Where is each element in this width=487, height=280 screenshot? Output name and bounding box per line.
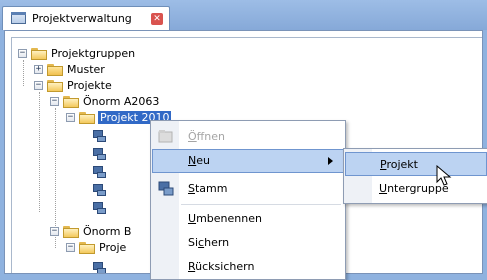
tree-item-node[interactable] (92, 182, 112, 198)
tree-item-projekte[interactable]: − Projekte (30, 78, 150, 94)
submenu-item-projekt[interactable]: Projekt (345, 152, 487, 176)
expand-icon[interactable]: + (34, 65, 43, 74)
menu-label: Stamm (188, 182, 228, 195)
project-node-icon (92, 147, 106, 160)
menu-label: Sichern (188, 236, 230, 249)
collapse-icon[interactable]: − (50, 97, 59, 106)
menu-item-sichern[interactable]: Sichern (152, 231, 344, 255)
tree-label: Projekte (67, 79, 112, 92)
menu-item-ruecksichern[interactable]: Rücksichern (152, 255, 344, 279)
submenu-neu: Projekt Untergruppe (343, 148, 487, 204)
tree-label: Önorm A2063 (83, 95, 160, 108)
project-node-icon (92, 165, 106, 178)
collapse-icon[interactable]: − (50, 227, 59, 236)
menu-label: Neu (188, 154, 210, 167)
folder-open-icon (63, 96, 79, 108)
tree-label: Proje (99, 241, 127, 254)
tab-projektverwaltung[interactable]: Projektverwaltung ✕ (2, 6, 170, 30)
tree-item-projektgruppen[interactable]: − Projektgruppen (14, 46, 214, 62)
tree-item-muster[interactable]: + Muster (30, 62, 150, 78)
tab-bar: Projektverwaltung ✕ (0, 0, 487, 30)
open-icon (158, 129, 174, 144)
context-menu: Öffnen Neu Stamm Umbenennen Sichern Rück… (150, 120, 346, 280)
folder-open-icon (63, 226, 79, 238)
project-node-icon (92, 201, 106, 214)
tree-item-node[interactable] (92, 128, 112, 144)
folder-open-icon (47, 80, 63, 92)
project-node-icon (92, 261, 106, 273)
submenu-arrow-icon (328, 157, 333, 165)
collapse-icon[interactable]: − (34, 81, 43, 90)
mouse-pointer-icon (436, 164, 452, 187)
folder-open-icon (79, 112, 95, 124)
collapse-icon[interactable]: − (66, 113, 75, 122)
collapse-icon[interactable]: − (66, 243, 75, 252)
tree-line (23, 60, 25, 86)
menu-label: Umbenennen (188, 212, 262, 225)
tree-item-onorm-a2063[interactable]: − Önorm A2063 (46, 94, 196, 110)
menu-label: Projekt (380, 158, 418, 171)
tab-label: Projektverwaltung (32, 12, 132, 25)
stamm-icon (158, 181, 174, 196)
submenu-item-untergruppe[interactable]: Untergruppe (345, 177, 487, 201)
window: Projektverwaltung ✕ − Projektgruppen + M… (0, 0, 487, 280)
project-node-icon (92, 183, 106, 196)
menu-item-umbenennen[interactable]: Umbenennen (152, 207, 344, 231)
document-icon (11, 12, 26, 24)
tree-item-onorm-b[interactable]: − Önorm B (46, 224, 166, 240)
collapse-icon[interactable]: − (18, 49, 27, 58)
folder-open-icon (31, 48, 47, 60)
menu-item-oeffnen[interactable]: Öffnen (152, 125, 344, 149)
tree-item-node[interactable] (92, 146, 112, 162)
menu-label: Rücksichern (188, 260, 255, 273)
menu-item-stamm[interactable]: Stamm (152, 177, 344, 201)
tree-item-node[interactable] (92, 164, 112, 180)
tree-label: Projektgruppen (51, 47, 136, 60)
tree-label: Muster (67, 63, 105, 76)
menu-separator (181, 204, 341, 205)
tree-label: Önorm B (83, 225, 132, 238)
tree-item-node[interactable] (92, 260, 112, 273)
tree-line (39, 92, 41, 212)
folder-open-icon (79, 242, 95, 254)
folder-icon (47, 64, 63, 76)
menu-item-neu[interactable]: Neu (152, 149, 344, 173)
project-node-icon (92, 129, 106, 142)
tree-item-node[interactable] (92, 200, 112, 216)
menu-label: Öffnen (188, 130, 225, 143)
close-icon[interactable]: ✕ (151, 13, 163, 25)
